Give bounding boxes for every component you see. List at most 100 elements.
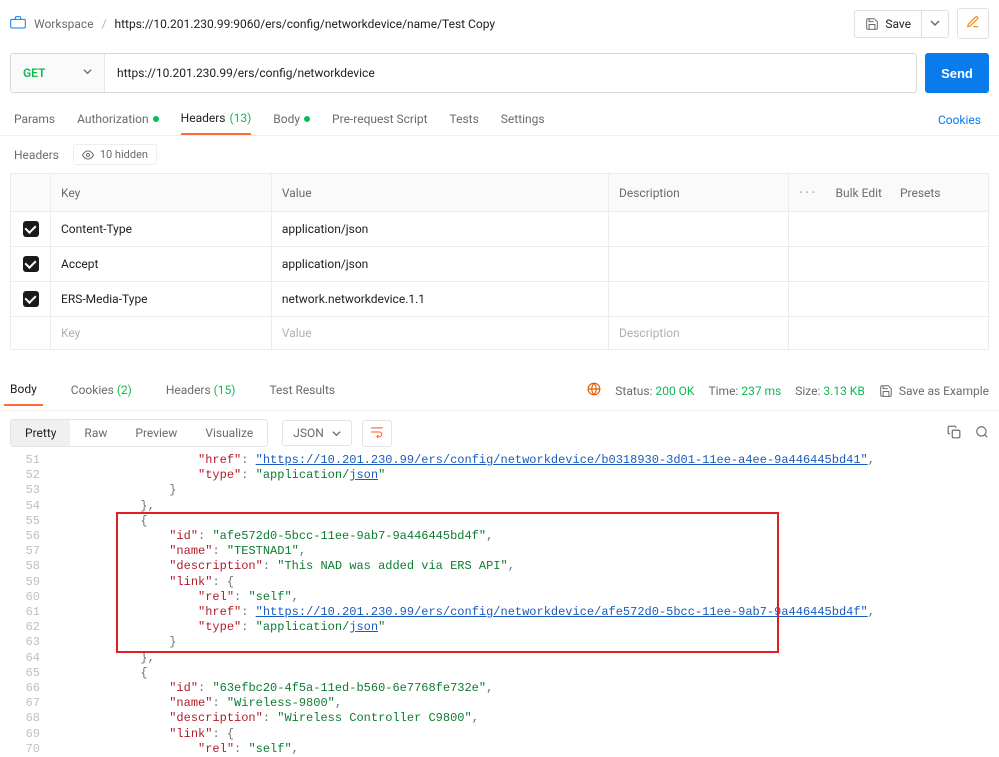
- status-dot-icon: [153, 116, 159, 122]
- line-number: 59: [0, 575, 52, 590]
- header-value[interactable]: application/json: [271, 212, 608, 247]
- breadcrumb-workspace[interactable]: Workspace: [34, 17, 94, 31]
- tab-body[interactable]: Body: [273, 106, 310, 134]
- resp-tab-cookies[interactable]: Cookies (2): [65, 377, 138, 405]
- header-key[interactable]: Content-Type: [51, 212, 272, 247]
- status-dot-icon: [304, 116, 310, 122]
- headers-table: Key Value Description ··· Bulk Edit Pres…: [10, 173, 989, 350]
- code-line: 51 "href": "https://10.201.230.99/ers/co…: [0, 453, 999, 468]
- line-number: 52: [0, 468, 52, 483]
- code-line: 56 "id": "afe572d0-5bcc-11ee-9ab7-9a4464…: [0, 529, 999, 544]
- header-desc[interactable]: [609, 212, 789, 247]
- resp-tab-testresults[interactable]: Test Results: [263, 377, 341, 405]
- bulk-edit-link[interactable]: Bulk Edit: [836, 186, 882, 200]
- table-row[interactable]: Content-Type application/json: [11, 212, 989, 247]
- tab-authorization[interactable]: Authorization: [77, 106, 159, 134]
- breadcrumb-path[interactable]: https://10.201.230.99:9060/ers/config/ne…: [115, 17, 496, 31]
- pill-raw[interactable]: Raw: [70, 420, 121, 446]
- code-line: 55 {: [0, 514, 999, 529]
- header-key-input[interactable]: Key: [51, 317, 272, 350]
- code-line: 57 "name": "TESTNAD1",: [0, 544, 999, 559]
- status-value: 200 OK: [655, 384, 694, 398]
- code-line: 62 "type": "application/json": [0, 620, 999, 635]
- line-number: 53: [0, 483, 52, 498]
- code-line: 61 "href": "https://10.201.230.99/ers/co…: [0, 605, 999, 620]
- url-input[interactable]: https://10.201.230.99/ers/config/network…: [105, 54, 916, 92]
- response-format-select[interactable]: JSON: [282, 420, 352, 446]
- save-label: Save: [885, 17, 911, 31]
- line-number: 67: [0, 696, 52, 711]
- code-line: 59 "link": {: [0, 575, 999, 590]
- presets-link[interactable]: Presets: [900, 186, 941, 200]
- line-number: 66: [0, 681, 52, 696]
- hidden-label: 10 hidden: [100, 148, 148, 161]
- line-number: 51: [0, 453, 52, 468]
- line-number: 54: [0, 499, 52, 514]
- code-line: 64 },: [0, 651, 999, 666]
- copy-button[interactable]: [947, 425, 961, 442]
- save-button[interactable]: Save: [854, 10, 949, 38]
- header-value-input[interactable]: Value: [271, 317, 608, 350]
- time-value: 237 ms: [741, 384, 781, 398]
- code-line: 67 "name": "Wireless-9800",: [0, 696, 999, 711]
- url-value: https://10.201.230.99/ers/config/network…: [117, 66, 375, 80]
- save-example-button[interactable]: Save as Example: [879, 384, 989, 398]
- pill-pretty[interactable]: Pretty: [11, 420, 70, 446]
- code-line: 68 "description": "Wireless Controller C…: [0, 711, 999, 726]
- status-label: Status:: [615, 384, 652, 398]
- header-value[interactable]: application/json: [271, 247, 608, 282]
- search-button[interactable]: [975, 425, 989, 442]
- size-label: Size:: [795, 384, 820, 398]
- tab-tests[interactable]: Tests: [450, 106, 479, 134]
- resp-tab-body[interactable]: Body: [4, 376, 43, 406]
- th-key: Key: [51, 174, 272, 212]
- header-desc[interactable]: [609, 282, 789, 317]
- save-icon: [865, 17, 879, 31]
- edit-button[interactable]: [957, 8, 989, 39]
- tab-headers[interactable]: Headers (13): [181, 105, 252, 135]
- pill-visualize[interactable]: Visualize: [191, 420, 267, 446]
- checkbox-icon[interactable]: [23, 221, 39, 237]
- header-desc-input[interactable]: Description: [609, 317, 789, 350]
- chevron-down-icon: [83, 67, 92, 79]
- send-button[interactable]: Send: [925, 53, 989, 93]
- header-key[interactable]: ERS-Media-Type: [51, 282, 272, 317]
- cookies-link[interactable]: Cookies: [938, 113, 985, 127]
- header-desc[interactable]: [609, 247, 789, 282]
- save-icon: [879, 384, 893, 398]
- tab-prerequest[interactable]: Pre-request Script: [332, 106, 427, 134]
- pill-preview[interactable]: Preview: [121, 420, 191, 446]
- table-row-new[interactable]: Key Value Description: [11, 317, 989, 350]
- line-number: 61: [0, 605, 52, 620]
- line-number: 65: [0, 666, 52, 681]
- checkbox-icon[interactable]: [23, 256, 39, 272]
- size-value: 3.13 KB: [823, 384, 864, 398]
- code-line: 53 }: [0, 483, 999, 498]
- line-number: 62: [0, 620, 52, 635]
- tab-settings[interactable]: Settings: [501, 106, 545, 134]
- chevron-down-icon: [332, 429, 341, 438]
- wrap-lines-button[interactable]: [362, 420, 392, 447]
- http-method-select[interactable]: GET: [11, 54, 105, 92]
- table-row[interactable]: Accept application/json: [11, 247, 989, 282]
- checkbox-icon[interactable]: [23, 291, 39, 307]
- network-icon[interactable]: [587, 382, 601, 400]
- code-line: 58 "description": "This NAD was added vi…: [0, 559, 999, 574]
- save-chevron-icon[interactable]: [921, 11, 948, 37]
- tab-params[interactable]: Params: [14, 106, 55, 134]
- response-view-mode: Pretty Raw Preview Visualize: [10, 419, 268, 447]
- line-number: 70: [0, 742, 52, 757]
- code-line: 69 "link": {: [0, 727, 999, 742]
- header-key[interactable]: Accept: [51, 247, 272, 282]
- resp-tab-headers[interactable]: Headers (15): [160, 377, 242, 405]
- th-desc: Description: [609, 174, 789, 212]
- code-line: 54 },: [0, 499, 999, 514]
- hidden-headers-toggle[interactable]: 10 hidden: [73, 144, 157, 165]
- table-row[interactable]: ERS-Media-Type network.networkdevice.1.1: [11, 282, 989, 317]
- line-number: 55: [0, 514, 52, 529]
- header-value[interactable]: network.networkdevice.1.1: [271, 282, 608, 317]
- response-body[interactable]: 51 "href": "https://10.201.230.99/ers/co…: [0, 453, 999, 757]
- code-line: 66 "id": "63efbc20-4f5a-11ed-b560-6e7768…: [0, 681, 999, 696]
- more-icon[interactable]: ···: [799, 183, 818, 202]
- tab-headers-label: Headers: [181, 111, 226, 125]
